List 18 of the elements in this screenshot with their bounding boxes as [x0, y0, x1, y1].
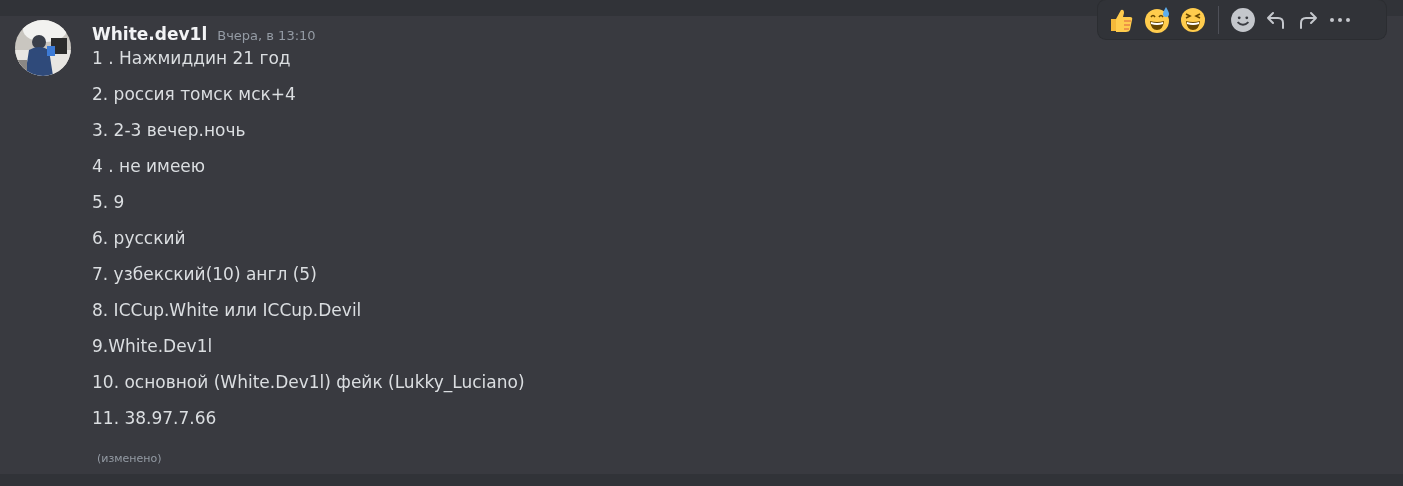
message-line: 7. узбекский(10) англ (5) — [92, 263, 317, 286]
message-line: 3. 2-3 вечер.ночь — [92, 119, 246, 142]
smiley-icon — [1230, 6, 1256, 33]
laughing-face-icon — [1179, 5, 1207, 34]
message-line: 8. ICCup.White или ICCup.Devil — [92, 299, 362, 322]
more-icon — [1328, 16, 1352, 23]
edited-label: (изменено) — [97, 452, 163, 465]
message-line: 9.White.Dev1l — [92, 335, 213, 358]
message-line: 1 . Нажмиддин 21 год — [92, 47, 291, 70]
message-line: 4 . не имеею — [92, 155, 206, 178]
message-line: 2. россия томск мск+4 — [92, 83, 296, 106]
message-line: 10. основной (White.Dev1l) фейк (Lukky_Luciano) — [92, 371, 525, 394]
message-line: 11. 38.97.7.66 — [92, 407, 217, 430]
message-line: 6. русский — [92, 227, 186, 250]
username[interactable]: White.dev1l — [92, 24, 208, 44]
sweat-smile-icon — [1143, 5, 1171, 34]
message-line: 5. 9 — [92, 191, 125, 214]
timestamp: Вчера, в 13:10 — [217, 28, 316, 43]
